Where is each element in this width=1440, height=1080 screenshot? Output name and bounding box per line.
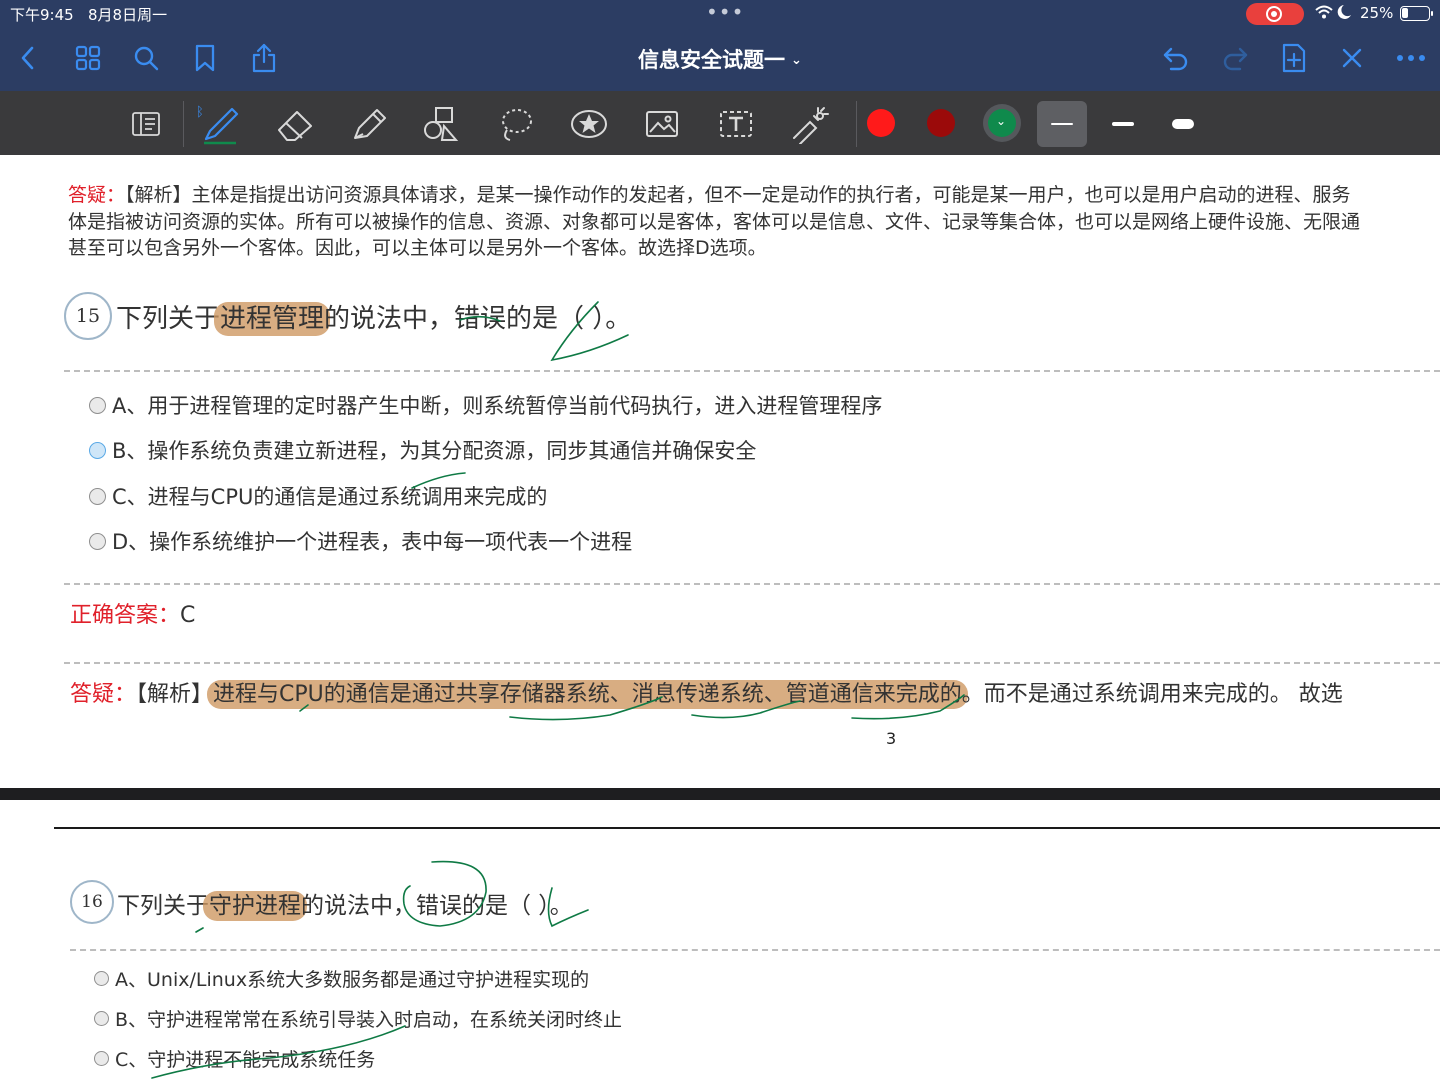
dashed-divider: [64, 662, 1440, 664]
battery-icon: [1400, 6, 1433, 21]
question-15-text: 下列关于进程管理的说法中，错误的是（ ）。: [116, 302, 632, 336]
multitask-dots-icon[interactable]: •••: [706, 0, 744, 24]
option-c[interactable]: C、守护进程不能完成系统任务: [94, 1045, 375, 1072]
more-icon[interactable]: [1393, 40, 1429, 76]
radio-icon[interactable]: [89, 487, 106, 505]
stroke-thin[interactable]: [1037, 101, 1087, 147]
grid-icon[interactable]: [70, 40, 106, 76]
redo-icon[interactable]: [1217, 40, 1253, 76]
dashed-divider: [64, 583, 1440, 585]
option-c[interactable]: C、进程与CPU的通信是通过系统调用来完成的: [89, 481, 547, 511]
radio-icon[interactable]: [89, 396, 106, 414]
option-d[interactable]: D、操作系统维护一个进程表，表中每一项代表一个进程: [89, 526, 632, 556]
text-icon[interactable]: [713, 103, 759, 145]
ink-annotations: [151, 860, 589, 1079]
prev-explanation: 答疑：【解析】主体是指提出访问资源具体请求，是某一操作动作的发起者，但不一定是动…: [68, 184, 1361, 259]
q15-explanation: 答疑：【解析】进程与CPU的通信是通过共享存储器系统、消息传递系统、管道通信来完…: [70, 680, 1343, 709]
check-icon: ⌄: [996, 114, 1007, 128]
header-rule: [54, 827, 1440, 829]
lasso-icon[interactable]: [493, 103, 539, 145]
reader-icon[interactable]: [124, 103, 170, 145]
option-a[interactable]: A、Unix/Linux系统大多数服务都是通过守护进程实现的: [94, 965, 589, 992]
search-icon[interactable]: [128, 40, 164, 76]
dashed-divider: [64, 370, 1440, 372]
radio-icon[interactable]: [94, 1011, 109, 1026]
page-gap: [0, 788, 1440, 800]
color-green-selected[interactable]: ⌄: [988, 109, 1016, 137]
radio-icon[interactable]: [94, 1051, 109, 1066]
question-number-15: 15: [64, 292, 112, 340]
close-icon[interactable]: [1334, 40, 1370, 76]
drawing-toolbar: ᛒ ⌄: [0, 91, 1440, 155]
image-icon[interactable]: [639, 103, 685, 145]
add-page-icon[interactable]: [1276, 40, 1312, 76]
share-icon[interactable]: [246, 40, 282, 76]
radio-icon[interactable]: [89, 532, 106, 550]
highlight-mark: 进程与CPU的通信是通过共享存储器系统、消息传递系统、管道通信来完成的: [207, 680, 968, 709]
document-title[interactable]: 信息安全试题一 ⌄: [560, 44, 880, 74]
highlight-mark: 守护进程: [203, 891, 307, 921]
sticker-icon[interactable]: [566, 103, 612, 145]
option-b[interactable]: B、操作系统负责建立新进程，为其分配资源，同步其通信并确保安全: [89, 435, 756, 465]
radio-icon[interactable]: [89, 441, 106, 459]
pen-icon[interactable]: ᛒ: [196, 103, 242, 145]
bookmark-icon[interactable]: [187, 40, 223, 76]
document-page-4[interactable]: 16 下列关于守护进程的说法中，错误的是（ ）。 A、Unix/Linux系统大…: [0, 800, 1440, 1080]
top-bar: 下午9:45 8月8日周一 ••• 25% 信息安全试题一 ⌄: [0, 0, 1440, 91]
eraser-icon[interactable]: [272, 103, 318, 145]
dashed-divider: [70, 949, 1440, 951]
option-a[interactable]: A、用于进程管理的定时器产生中断，则系统暂停当前代码执行，进入进程管理程序: [89, 390, 882, 420]
undo-icon[interactable]: [1158, 40, 1194, 76]
radio-icon[interactable]: [94, 971, 109, 986]
highlighter-icon[interactable]: [346, 103, 392, 145]
screen-recording-icon[interactable]: [1246, 3, 1304, 25]
shapes-icon[interactable]: [419, 103, 465, 145]
status-time: 下午9:45 8月8日周一: [10, 6, 168, 24]
color-red[interactable]: [867, 109, 895, 137]
highlight-mark: 进程管理: [214, 302, 331, 336]
nav-bar: 信息安全试题一 ⌄: [0, 28, 1440, 91]
color-dark-red[interactable]: [927, 109, 955, 137]
stroke-medium[interactable]: [1098, 101, 1148, 147]
wifi-icon: [1314, 4, 1356, 24]
option-b[interactable]: B、守护进程常常在系统引导装入时启动，在系统关闭时终止: [94, 1005, 622, 1032]
question-number-16: 16: [70, 880, 114, 924]
laser-icon[interactable]: [787, 103, 833, 145]
toolbar-divider: [856, 101, 857, 147]
page-number: 3: [886, 729, 897, 748]
document-page-3[interactable]: 答疑：【解析】主体是指提出访问资源具体请求，是某一操作动作的发起者，但不一定是动…: [0, 155, 1440, 788]
svg-text:ᛒ: ᛒ: [196, 105, 204, 120]
chevron-down-icon: ⌄: [791, 53, 802, 68]
back-icon[interactable]: [10, 40, 46, 76]
correct-answer: 正确答案：C: [70, 603, 196, 628]
battery-percent: 25%: [1360, 4, 1394, 22]
question-16-text: 下列关于守护进程的说法中，错误的是（ ）。: [117, 891, 573, 921]
status-bar: 下午9:45 8月8日周一 ••• 25%: [0, 0, 1440, 28]
toolbar-divider: [183, 101, 184, 147]
stroke-thick[interactable]: [1158, 101, 1208, 147]
